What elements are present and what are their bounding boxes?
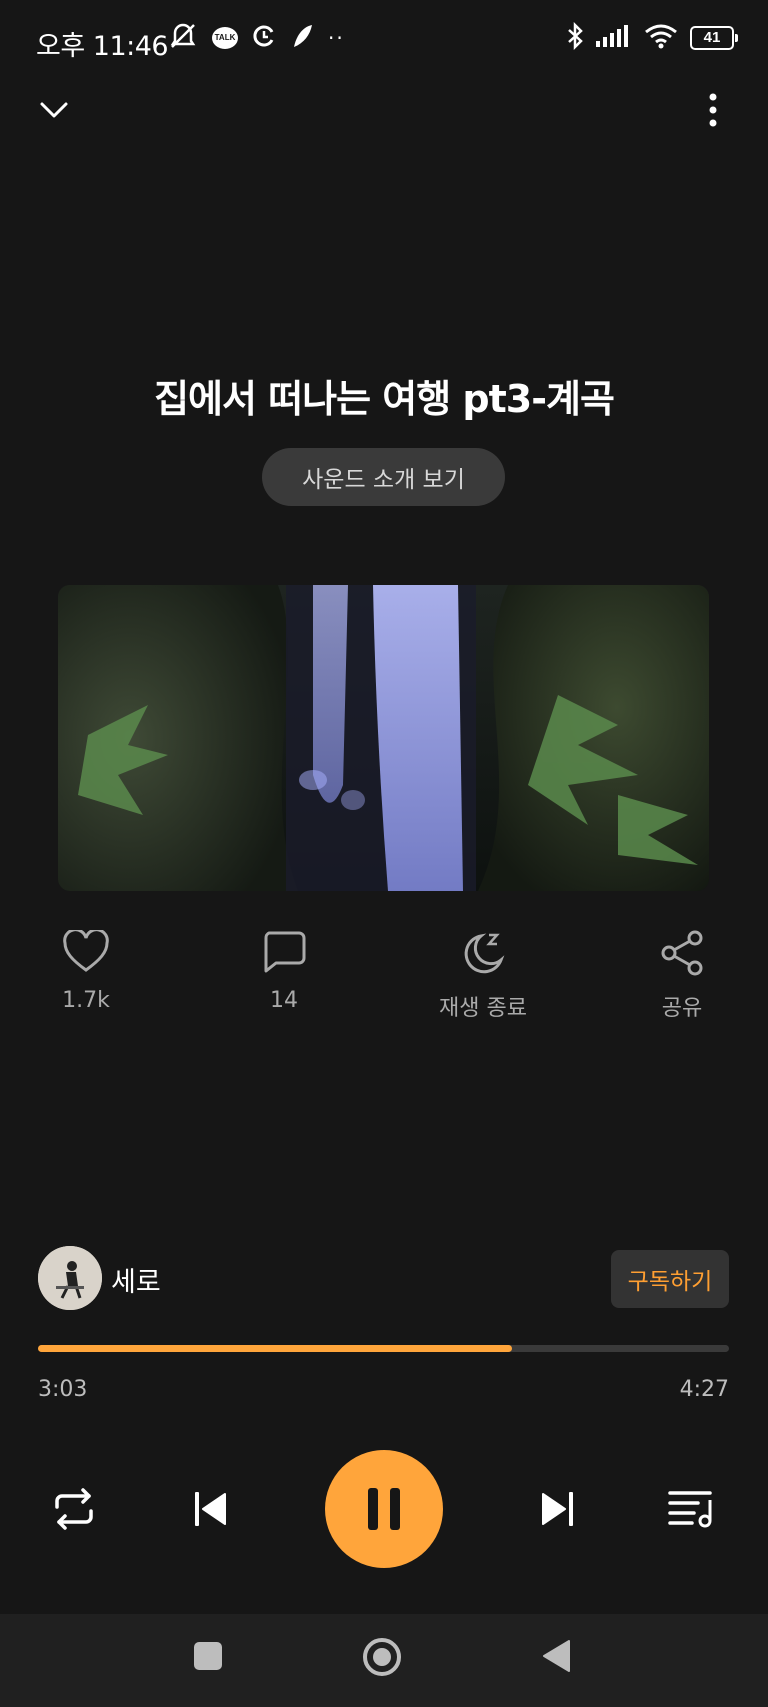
system-navbar — [0, 1614, 768, 1707]
repeat-button[interactable] — [46, 1484, 102, 1534]
mute-icon — [168, 22, 198, 54]
feather-icon — [290, 23, 314, 53]
like-action[interactable]: 1.7k — [26, 928, 146, 1013]
sound-intro-button[interactable]: 사운드 소개 보기 — [262, 448, 505, 506]
avatar[interactable] — [38, 1246, 102, 1310]
comment-count: 14 — [270, 988, 298, 1013]
more-notifications-icon: ·· — [328, 26, 345, 50]
subscribe-button[interactable]: 구독하기 — [611, 1250, 729, 1308]
heart-icon — [63, 928, 109, 972]
pause-button[interactable] — [325, 1450, 443, 1568]
progress-fill — [38, 1345, 513, 1352]
playlist-icon — [668, 1491, 712, 1528]
progress-bar[interactable] — [38, 1345, 729, 1352]
wifi-icon — [644, 23, 678, 53]
recents-button[interactable] — [188, 1636, 228, 1676]
like-count: 1.7k — [62, 988, 110, 1013]
back-button[interactable] — [536, 1636, 576, 1676]
previous-button[interactable] — [186, 1484, 236, 1534]
pause-icon — [368, 1488, 400, 1530]
sync-icon — [252, 24, 276, 52]
collapse-button[interactable] — [32, 90, 76, 130]
track-title: 집에서 떠나는 여행 pt3-계곡 — [154, 377, 615, 421]
battery-icon: 41 — [690, 26, 738, 50]
home-button[interactable] — [359, 1634, 405, 1680]
share-action[interactable]: 공유 — [622, 930, 742, 1022]
comment-action[interactable]: 14 — [224, 930, 344, 1013]
chevron-down-icon — [40, 102, 68, 118]
square-icon — [194, 1642, 222, 1670]
share-label: 공유 — [661, 996, 703, 1021]
skip-previous-icon — [195, 1492, 226, 1526]
repeat-icon — [55, 1488, 93, 1530]
status-time: 오후 11:46 — [36, 31, 169, 62]
share-icon — [661, 930, 703, 976]
artist-name[interactable]: 세로 — [111, 1260, 161, 1299]
status-icons-right: 41 — [566, 21, 738, 54]
total-time: 4:27 — [679, 1377, 729, 1402]
moon-sleep-icon — [464, 933, 505, 974]
comment-icon — [264, 931, 306, 973]
kakaotalk-icon: TALK — [212, 27, 238, 49]
home-circle-icon — [363, 1638, 401, 1676]
more-options-button[interactable] — [693, 90, 733, 130]
signal-icon — [596, 24, 632, 52]
bluetooth-icon — [566, 21, 584, 54]
next-button[interactable] — [532, 1484, 582, 1534]
current-time: 3:03 — [38, 1377, 88, 1402]
status-icons-left: TALK ·· — [168, 22, 345, 54]
sleep-timer-action[interactable]: 재생 종료 — [423, 930, 543, 1022]
more-vertical-icon — [709, 93, 717, 127]
skip-next-icon — [542, 1492, 573, 1526]
playlist-button[interactable] — [665, 1484, 717, 1534]
back-triangle-icon — [543, 1640, 570, 1672]
sleep-timer-label: 재생 종료 — [439, 996, 527, 1021]
cover-image — [58, 585, 709, 891]
